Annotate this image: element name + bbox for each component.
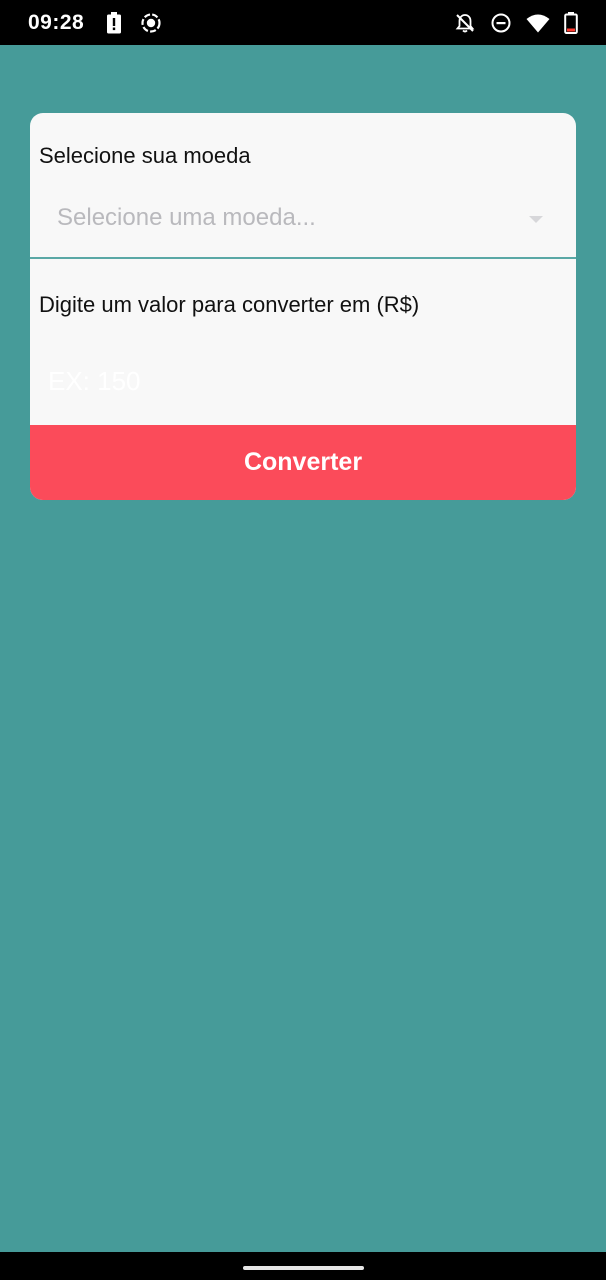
chevron-down-icon bbox=[529, 212, 543, 230]
battery-alert-icon bbox=[106, 11, 122, 34]
currency-label: Selecione sua moeda bbox=[39, 143, 251, 168]
navigation-bar bbox=[0, 1252, 606, 1280]
notifications-off-icon bbox=[454, 12, 476, 34]
value-label: Digite um valor para converter em (R$) bbox=[39, 292, 420, 317]
wifi-icon bbox=[526, 13, 550, 33]
screen-record-icon bbox=[140, 12, 162, 34]
status-time: 09:28 bbox=[28, 10, 85, 34]
status-right-icons bbox=[454, 11, 578, 34]
home-gesture-handle[interactable] bbox=[243, 1266, 364, 1270]
status-bar: 09:28 bbox=[0, 0, 606, 45]
do-not-disturb-icon bbox=[490, 12, 512, 34]
battery-icon bbox=[564, 11, 578, 34]
convert-button[interactable]: Converter bbox=[30, 425, 576, 500]
currency-select[interactable]: Selecione uma moeda... bbox=[30, 185, 576, 259]
status-left-icons bbox=[106, 11, 162, 34]
converter-card: Selecione sua moeda Selecione uma moeda.… bbox=[30, 113, 576, 500]
currency-select-placeholder: Selecione uma moeda... bbox=[57, 204, 316, 231]
value-input[interactable] bbox=[30, 338, 576, 425]
